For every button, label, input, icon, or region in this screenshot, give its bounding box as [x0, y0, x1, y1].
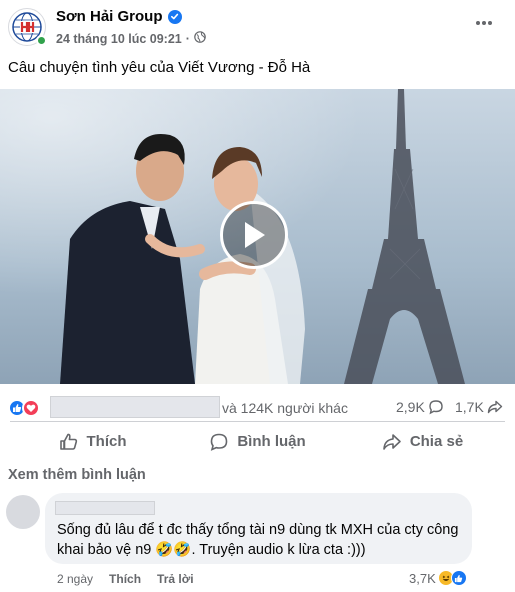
comment-reply-button[interactable]: Trả lời — [157, 572, 194, 586]
online-status-dot — [36, 35, 47, 46]
love-icon — [22, 399, 40, 417]
like-button-label: Thích — [86, 433, 127, 450]
comment-reactions[interactable]: 3,7K — [409, 570, 467, 586]
comment-button-label: Bình luận — [237, 433, 306, 450]
globe-icon[interactable] — [194, 31, 206, 46]
post-meta: 24 tháng 10 lúc 09:21 · — [56, 31, 206, 46]
comment-count-value: 2,9K — [396, 399, 425, 415]
see-more-comments-link[interactable]: Xem thêm bình luận — [8, 467, 146, 483]
comment-count[interactable]: 2,9K — [396, 399, 444, 415]
more-options-icon[interactable] — [475, 10, 493, 31]
comment-time[interactable]: 2 ngày — [57, 572, 93, 586]
comment-bubble-icon — [211, 433, 228, 451]
meta-separator: · — [185, 31, 190, 46]
page-name-link[interactable]: Sơn Hải Group — [56, 8, 163, 25]
play-icon — [245, 222, 265, 248]
reaction-icons[interactable] — [8, 399, 40, 417]
post-timestamp[interactable]: 24 tháng 10 lúc 09:21 — [56, 32, 182, 46]
comment-avatar[interactable] — [6, 495, 40, 529]
reaction-count-text[interactable]: và 124K người khác — [222, 400, 348, 416]
share-icon — [487, 400, 503, 414]
comment-actions: 2 ngày Thích Trả lời — [57, 572, 194, 586]
share-count[interactable]: 1,7K — [455, 399, 503, 415]
comment-bubble: Sống đủ lâu để t đc thấy tổng tài n9 dùn… — [45, 493, 472, 564]
share-arrow-icon — [383, 433, 401, 450]
video-player[interactable] — [0, 89, 515, 384]
share-button[interactable]: Chia sẻ — [340, 422, 505, 461]
comment-like-button[interactable]: Thích — [109, 572, 141, 586]
redacted-commenter-name — [55, 501, 155, 515]
post-caption: Câu chuyện tình yêu của Viết Vương - Đỗ … — [8, 59, 311, 76]
like-thumb-icon — [59, 433, 77, 450]
comment-text: Sống đủ lâu để t đc thấy tổng tài n9 dùn… — [57, 522, 459, 558]
page-name-row: Sơn Hải Group — [56, 8, 182, 25]
like-button[interactable]: Thích — [10, 422, 175, 461]
post-actions: Thích Bình luận Chia sẻ — [10, 421, 505, 461]
redacted-reactor-names — [50, 396, 220, 418]
page-avatar[interactable] — [8, 8, 47, 46]
post-header: Sơn Hải Group 24 tháng 10 lúc 09:21 · — [0, 0, 515, 52]
share-count-value: 1,7K — [455, 399, 484, 415]
comment-reaction-count: 3,7K — [409, 570, 436, 586]
verified-badge-icon — [167, 9, 182, 24]
comment-icon — [429, 400, 443, 415]
share-button-label: Chia sẻ — [409, 433, 464, 450]
play-button[interactable] — [220, 201, 288, 269]
comment-button[interactable]: Bình luận — [175, 422, 340, 461]
like-icon — [450, 570, 467, 586]
